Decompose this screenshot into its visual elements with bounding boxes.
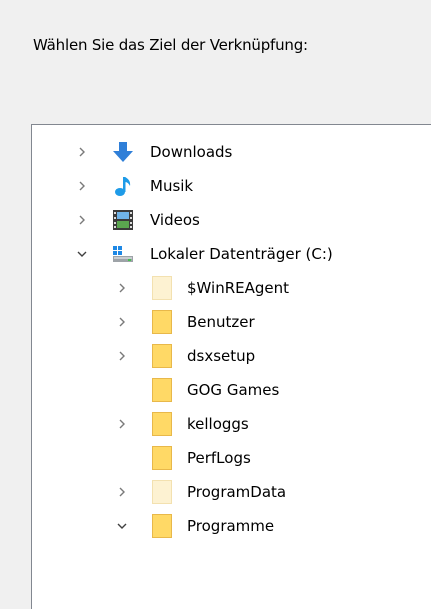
- drive-icon: [112, 243, 134, 265]
- tree-item-videos[interactable]: Videos: [32, 203, 431, 237]
- tree-item-winreagent[interactable]: $WinREAgent: [32, 271, 431, 305]
- folder-icon: [152, 344, 172, 368]
- chevron-right-icon[interactable]: [112, 339, 132, 373]
- tree-item-label: Programme: [187, 517, 275, 535]
- tree-item-label: Musik: [150, 177, 194, 195]
- tree-item-programdata[interactable]: ProgramData: [32, 475, 431, 509]
- tree-item-label: Downloads: [150, 143, 233, 161]
- tree-item-label: Videos: [150, 211, 200, 229]
- tree-item-perflogs[interactable]: PerfLogs: [32, 441, 431, 475]
- folder-icon: [152, 412, 172, 436]
- tree-item-label: dsxsetup: [187, 347, 256, 365]
- tree-item-label: ProgramData: [187, 483, 287, 501]
- chevron-right-icon[interactable]: [112, 271, 132, 305]
- chevron-right-icon[interactable]: [112, 305, 132, 339]
- chevron-right-icon[interactable]: [112, 475, 132, 509]
- chevron-right-icon[interactable]: [72, 135, 92, 169]
- shortcut-target-dialog: Wählen Sie das Ziel der Verknüpfung: Dow…: [0, 0, 431, 609]
- folder-hidden-icon: [152, 276, 172, 300]
- tree-item-gog-games[interactable]: GOG Games: [32, 373, 431, 407]
- folder-icon: [152, 378, 172, 402]
- chevron-right-icon[interactable]: [72, 203, 92, 237]
- folder-icon: [152, 446, 172, 470]
- tree-item-label: Lokaler Datenträger (C:): [150, 245, 333, 263]
- tree-item-local-disk-c[interactable]: Lokaler Datenträger (C:): [32, 237, 431, 271]
- tree-item-label: Benutzer: [187, 313, 255, 331]
- tree-item-programme[interactable]: Programme: [32, 509, 431, 543]
- tree-item-dsxsetup[interactable]: dsxsetup: [32, 339, 431, 373]
- folder-hidden-icon: [152, 480, 172, 504]
- tree-item-benutzer[interactable]: Benutzer: [32, 305, 431, 339]
- tree-item-kelloggs[interactable]: kelloggs: [32, 407, 431, 441]
- folder-icon: [152, 310, 172, 334]
- chevron-right-icon[interactable]: [72, 169, 92, 203]
- chevron-down-icon[interactable]: [112, 509, 132, 543]
- tree-item-label: GOG Games: [187, 381, 280, 399]
- video-film-icon: [112, 209, 134, 231]
- instruction-text: Wählen Sie das Ziel der Verknüpfung:: [33, 36, 308, 54]
- tree-item-label: PerfLogs: [187, 449, 251, 467]
- tree-item-musik[interactable]: Musik: [32, 169, 431, 203]
- download-arrow-icon: [112, 141, 134, 163]
- tree-item-downloads[interactable]: Downloads: [32, 135, 431, 169]
- music-note-icon: [112, 175, 134, 197]
- tree-item-label: $WinREAgent: [187, 279, 290, 297]
- tree-item-label: kelloggs: [187, 415, 249, 433]
- folder-icon: [152, 514, 172, 538]
- chevron-down-icon[interactable]: [72, 237, 92, 271]
- folder-tree[interactable]: Downloads Musik Videos Lokaler Datenträg…: [31, 124, 431, 609]
- chevron-right-icon[interactable]: [112, 407, 132, 441]
